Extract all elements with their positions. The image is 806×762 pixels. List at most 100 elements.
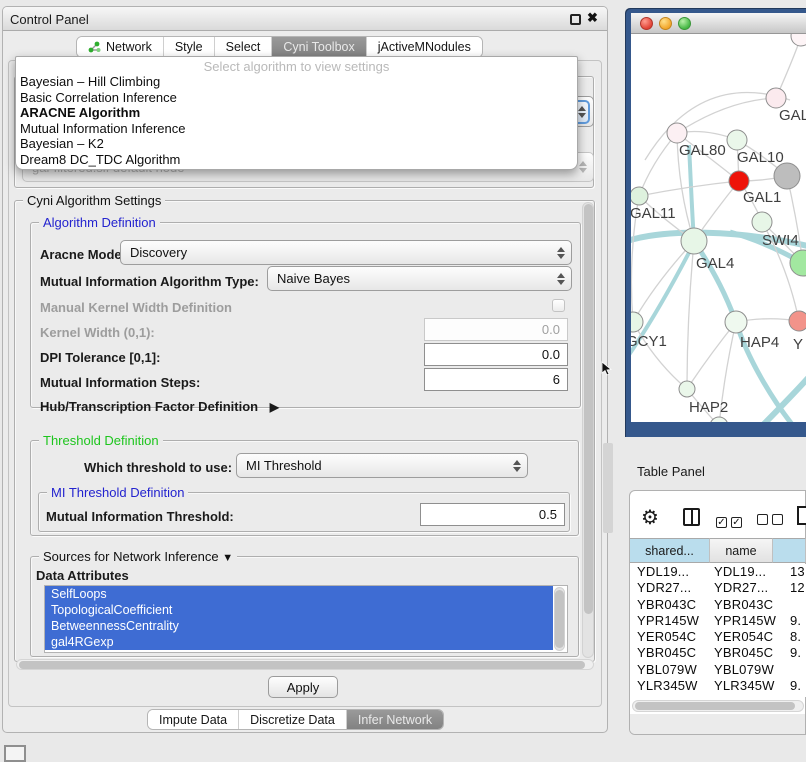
tab-infer-network-label: Infer Network [358, 713, 432, 727]
network-node-label: GAL11 [631, 205, 676, 222]
network-node-label: HAP2 [689, 399, 728, 416]
gutter-scrollbar[interactable] [603, 443, 613, 533]
table-row[interactable]: YBR045CYBR045C9. [630, 645, 806, 661]
apply-button[interactable]: Apply [268, 676, 338, 698]
data-attributes-list: SelfLoopsTopologicalCoefficientBetweenne… [44, 585, 568, 653]
float-window-icon[interactable] [570, 14, 581, 25]
mi-threshold-label: Mutual Information Threshold: [46, 509, 234, 524]
network-edge[interactable] [633, 241, 694, 322]
table-row[interactable]: YDL19...YDL19...13 [630, 564, 806, 580]
mi-threshold-field[interactable]: 0.5 [420, 503, 565, 526]
unselect-all-columns-icon[interactable] [757, 512, 787, 530]
data-attribute-item[interactable]: gal4RGexp [45, 634, 553, 650]
dpi-tolerance-field[interactable]: 0.0 [424, 343, 568, 366]
control-panel-tabbar: Network Style Select Cyni Toolbox jActiv… [76, 36, 483, 58]
attributes-list-scrollbar[interactable] [554, 587, 565, 651]
network-node-gal80[interactable] [667, 123, 687, 143]
tab-jactivemnodules[interactable]: jActiveMNodules [367, 37, 482, 57]
dropdown-item[interactable]: Basic Correlation Inference [16, 90, 577, 106]
data-attributes-label: Data Attributes [36, 568, 129, 583]
tab-network[interactable]: Network [77, 37, 164, 57]
table-row[interactable]: YPR145WYPR145W9. [630, 613, 806, 629]
table-row[interactable]: YIL052CYIL052C9. [630, 694, 806, 697]
aracne-mode-combobox[interactable]: Discovery [120, 240, 572, 265]
close-traffic-light[interactable] [640, 17, 653, 30]
table-row[interactable]: YBL079WYBL079W [630, 662, 806, 678]
select-all-columns-icon[interactable]: ✓✓ [716, 512, 746, 530]
tab-infer-network[interactable]: Infer Network [347, 710, 443, 729]
mi-type-combobox[interactable]: Naive Bayes [267, 266, 572, 291]
tab-discretize-data[interactable]: Discretize Data [239, 710, 347, 729]
settings-vertical-scrollbar[interactable] [582, 202, 594, 658]
table-cell: YLR345W [708, 678, 771, 694]
column-header-name[interactable]: name [710, 538, 773, 563]
network-node-y[interactable] [789, 311, 806, 331]
data-attribute-item[interactable]: BetweennessCentrality [45, 618, 553, 634]
network-node-gal[interactable] [766, 88, 786, 108]
network-node-gal10[interactable] [727, 130, 747, 150]
table-cell: 9. [771, 678, 801, 694]
dropdown-item[interactable]: Dream8 DC_TDC Algorithm [16, 152, 577, 168]
network-edge[interactable] [639, 133, 677, 196]
show-columns-icon[interactable] [683, 508, 700, 526]
tab-select[interactable]: Select [215, 37, 273, 57]
column-header-clipped[interactable] [773, 538, 806, 563]
network-node[interactable] [710, 417, 728, 422]
new-table-icon[interactable] [797, 506, 806, 525]
table-cell: YBR045C [630, 645, 708, 661]
table-cell: 12 [771, 580, 805, 596]
dropdown-item[interactable]: Bayesian – Hill Climbing [16, 74, 577, 90]
network-node-hap2[interactable] [679, 381, 695, 397]
sources-group-title[interactable]: Sources for Network Inference ▼ [39, 549, 237, 564]
network-node-gal11[interactable] [631, 187, 648, 205]
table-cell: YDL19... [708, 564, 771, 580]
table-row[interactable]: YER054CYER054C8. [630, 629, 806, 645]
control-panel-title: Control Panel [10, 12, 89, 27]
minimized-panel-stub[interactable] [4, 745, 26, 762]
network-node-label: GAL1 [743, 189, 781, 206]
network-edge[interactable] [677, 98, 776, 133]
minimize-traffic-light[interactable] [659, 17, 672, 30]
zoom-traffic-light[interactable] [678, 17, 691, 30]
network-node[interactable] [790, 250, 806, 276]
desktop: Control Panel ✖ Network Style Select Cyn… [0, 0, 806, 762]
tab-cyni-toolbox[interactable]: Cyni Toolbox [272, 37, 366, 57]
data-attribute-item[interactable]: SelfLoops [45, 586, 553, 602]
table-cell: YER054C [708, 629, 771, 645]
manual-kernel-checkbox[interactable] [552, 299, 565, 312]
network-node-gcy1[interactable] [631, 312, 643, 332]
network-node-gal4[interactable] [681, 228, 707, 254]
network-node[interactable] [774, 163, 800, 189]
network-window-titlebar[interactable] [631, 13, 806, 34]
algorithm-dropdown-popup: Select algorithm to view settings Bayesi… [15, 56, 578, 170]
settings-horizontal-scrollbar[interactable] [16, 659, 594, 670]
table-row[interactable]: YBR043CYBR043C [630, 597, 806, 613]
mi-steps-field[interactable]: 6 [424, 368, 568, 391]
column-header-shared-name[interactable]: shared... [630, 538, 710, 563]
network-node[interactable] [791, 34, 806, 46]
tab-impute-data[interactable]: Impute Data [148, 710, 239, 729]
tab-style[interactable]: Style [164, 37, 215, 57]
network-edge[interactable] [687, 241, 694, 389]
dropdown-item[interactable]: Mutual Information Inference [16, 121, 577, 137]
gear-icon[interactable]: ⚙ [641, 505, 659, 530]
close-icon[interactable]: ✖ [587, 10, 598, 26]
kernel-width-field[interactable]: 0.0 [424, 318, 568, 341]
network-node-gal1[interactable] [729, 171, 749, 191]
which-threshold-combobox[interactable]: MI Threshold [236, 453, 528, 478]
dropdown-item[interactable]: Bayesian – K2 [16, 136, 577, 152]
data-attribute-item[interactable]: TopologicalCoefficient [45, 602, 553, 618]
table-row[interactable]: YLR345WYLR345W9. [630, 678, 806, 694]
control-panel-titlebar[interactable] [3, 7, 607, 31]
network-node-hap4[interactable] [725, 311, 747, 333]
dropdown-item[interactable]: ARACNE Algorithm [16, 105, 577, 121]
hub-definition-toggle[interactable]: Hub/Transcription Factor Definition ▶ [40, 399, 279, 414]
table-row[interactable]: YDR27...YDR27...12 [630, 580, 806, 596]
table-horizontal-scrollbar[interactable] [632, 700, 804, 712]
tab-impute-data-label: Impute Data [159, 713, 227, 727]
network-canvas[interactable]: GALGAL80GAL10GAL1GAL11SWI4GAL4GCY1HAP4YH… [631, 34, 806, 422]
tab-network-label: Network [106, 40, 152, 54]
network-edge-thick[interactable] [750, 378, 806, 422]
network-node-swi4[interactable] [752, 212, 772, 232]
dpi-tolerance-label: DPI Tolerance [0,1]: [40, 350, 160, 365]
